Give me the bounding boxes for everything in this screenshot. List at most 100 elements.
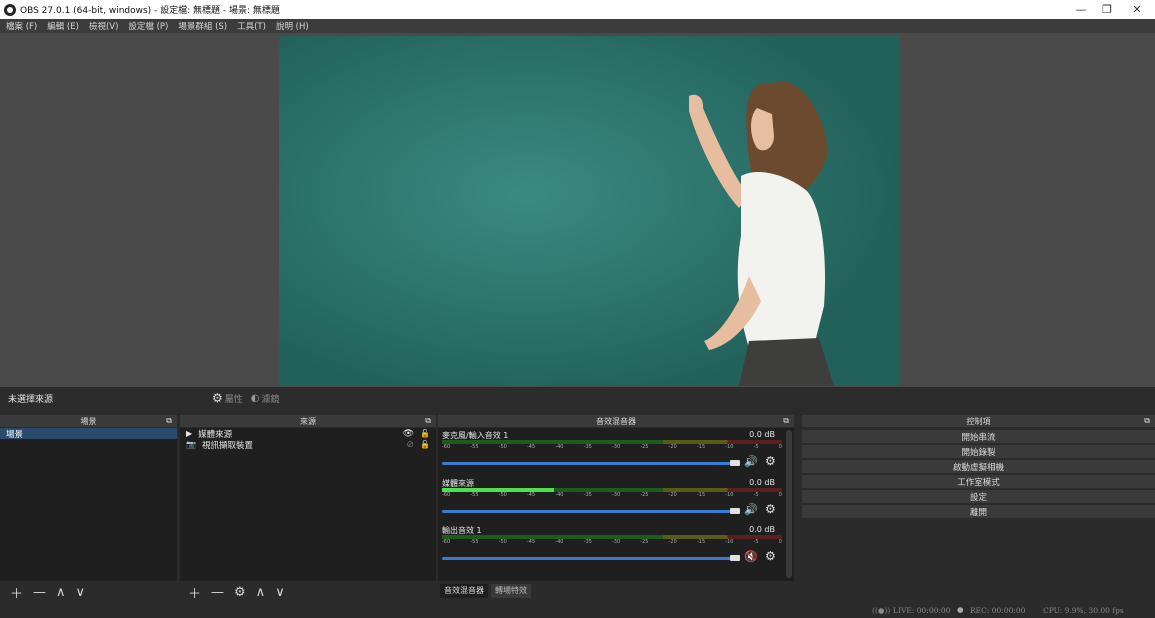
volume-slider-knob[interactable]	[730, 508, 740, 514]
scenes-dock-header: 場景 ⧉	[0, 415, 177, 427]
mixer-channel: 輸出音效 1 0.0 dB -60 -55 -50 -45 -40 -35 -30 -25 -20-…	[440, 525, 785, 569]
gear-icon[interactable]: ⚙	[765, 549, 776, 563]
meter-tick-label: -10	[725, 444, 734, 450]
down-icon[interactable]: ∨	[76, 585, 86, 600]
meter-tick-label: -10	[725, 539, 734, 545]
tab-audio-mixer[interactable]: 音效混音器	[440, 584, 488, 598]
volume-slider[interactable]	[442, 557, 734, 560]
rec-icon: ●	[957, 605, 964, 614]
title-bar: OBS 27.0.1 (64-bit, windows) - 設定檔: 無標題 …	[0, 0, 1155, 19]
preview-video[interactable]	[279, 36, 900, 386]
volume-slider[interactable]	[442, 462, 734, 465]
filter-icon: ◐	[250, 392, 260, 404]
no-source-label: 未選擇來源	[8, 394, 54, 405]
meter-tick-label: -5	[753, 444, 759, 450]
close-button[interactable]: ✕	[1119, 0, 1155, 19]
meter-tick-label: -35	[583, 444, 592, 450]
unlock-icon[interactable]: 🔓	[420, 440, 430, 449]
meter-tick-label: -45	[526, 492, 536, 498]
unlock-icon[interactable]: 🔓	[420, 429, 430, 438]
meter-tick-label: 0	[778, 492, 782, 498]
source-item[interactable]: 📷 視訊擷取裝置 ⊘ 🔓	[180, 439, 436, 451]
menu-edit[interactable]: 編輯 (E)	[47, 20, 79, 32]
meter-tick-label: -40	[555, 492, 564, 498]
gear-icon: ⚙	[212, 391, 223, 405]
meter-tick-label: -50	[498, 444, 507, 450]
settings-button[interactable]: 設定	[802, 489, 1155, 503]
gear-icon[interactable]: ⚙	[765, 502, 776, 516]
menu-bar: 檔案 (F) 編輯 (E) 檢視(V) 設定檔 (P) 場景群組 (S) 工具(…	[0, 19, 1155, 33]
up-icon[interactable]: ∧	[56, 585, 66, 600]
volume-slider[interactable]	[442, 510, 734, 513]
mixer-tabs: 音效混音器 轉場特效	[440, 584, 531, 598]
meter-tick-label: -55	[470, 492, 479, 498]
properties-button[interactable]: 屬性	[225, 392, 243, 405]
speaker-muted-icon[interactable]: 🔇	[744, 550, 758, 563]
add-icon[interactable]: ＋	[10, 583, 23, 602]
remove-icon[interactable]: —	[33, 585, 46, 600]
meter-tick-label: -50	[498, 539, 507, 545]
eye-icon[interactable]: 👁	[403, 429, 414, 439]
sources-dock-header: 來源 ⧉	[180, 415, 436, 427]
speaker-icon[interactable]: 🔊	[744, 455, 758, 468]
eye-hidden-icon[interactable]: ⊘	[406, 440, 414, 450]
channel-db: 0.0 dB	[749, 525, 775, 534]
meter-tick-label: -10	[725, 492, 734, 498]
gear-icon[interactable]: ⚙	[234, 585, 246, 600]
meter-tick-label: -30	[611, 444, 621, 450]
meter-tick-label: -5	[753, 492, 759, 498]
volume-slider-knob[interactable]	[730, 555, 740, 561]
menu-profile[interactable]: 設定檔 (P)	[128, 20, 168, 32]
filters-button[interactable]: 濾鏡	[262, 392, 280, 405]
source-item[interactable]: ▶ 媒體來源 👁 🔓	[180, 428, 436, 440]
meter-tick-label: -50	[498, 492, 507, 498]
undock-icon[interactable]: ⧉	[1144, 416, 1150, 426]
play-icon: ▶	[186, 429, 193, 438]
menu-file[interactable]: 檔案 (F)	[6, 20, 37, 32]
meter-tick-label: -35	[583, 539, 592, 545]
meter-tick-label: -20	[668, 492, 677, 498]
meter-ticks: -60 -55 -50 -45 -40 -35 -30 -25 -20 -15 -10 -5 0	[442, 539, 782, 545]
start-virtual-camera-button[interactable]: 啟動虛擬相機	[802, 459, 1155, 473]
channel-db: 0.0 dB	[749, 478, 775, 487]
controls-title: 控制項	[966, 416, 991, 426]
undock-icon[interactable]: ⧉	[425, 416, 431, 426]
down-icon[interactable]: ∨	[275, 585, 285, 600]
undock-icon[interactable]: ⧉	[783, 416, 789, 426]
meter-tick-label: -15	[696, 539, 706, 545]
menu-scene-collection[interactable]: 場景群組 (S)	[178, 20, 227, 32]
meter-ticks: -60 -55 -50 -45 -40 -35 -30 -25 -20 -15 -10 -5 0	[442, 444, 782, 450]
live-status: LIVE: 00:00:00	[893, 606, 951, 615]
meter-tick-label: -5	[753, 539, 759, 545]
up-icon[interactable]: ∧	[256, 585, 266, 600]
speaker-icon[interactable]: 🔊	[744, 503, 758, 516]
volume-slider-knob[interactable]	[730, 460, 740, 466]
exit-button[interactable]: 離開	[802, 504, 1155, 518]
meter-tick-label: -20	[668, 539, 677, 545]
menu-help[interactable]: 說明 (H)	[276, 20, 309, 32]
meter-tick-label: -45	[526, 539, 536, 545]
remove-icon[interactable]: —	[211, 585, 224, 600]
start-recording-button[interactable]: 開始錄製	[802, 444, 1155, 458]
meter-tick-label: -40	[555, 444, 564, 450]
mixer-dock-header: 音效混音器 ⧉	[438, 415, 794, 427]
menu-tools[interactable]: 工具(T)	[237, 20, 266, 32]
start-streaming-button[interactable]: 開始串流	[802, 429, 1155, 443]
meter-tick-label: -20	[668, 444, 677, 450]
meter-tick-label: -60	[442, 444, 451, 450]
studio-mode-button[interactable]: 工作室模式	[802, 474, 1155, 488]
gear-icon[interactable]: ⚙	[765, 454, 776, 468]
mixer-scrollbar[interactable]	[786, 430, 792, 578]
add-icon[interactable]: ＋	[188, 583, 201, 602]
undock-icon[interactable]: ⧉	[166, 416, 172, 426]
source-label: 視訊擷取裝置	[201, 440, 253, 451]
controls-dock-header: 控制項 ⧉	[802, 415, 1155, 427]
menu-view[interactable]: 檢視(V)	[89, 20, 118, 32]
meter-tick-label: -30	[611, 492, 621, 498]
scene-item[interactable]: 場景	[0, 428, 177, 440]
channel-db: 0.0 dB	[749, 430, 775, 439]
tab-transitions[interactable]: 轉場特效	[491, 584, 531, 598]
cpu-status: CPU: 9.9%, 30.00 fps	[1043, 606, 1124, 615]
meter-tick-label: -45	[526, 444, 536, 450]
meter-tick-label: -55	[470, 444, 479, 450]
